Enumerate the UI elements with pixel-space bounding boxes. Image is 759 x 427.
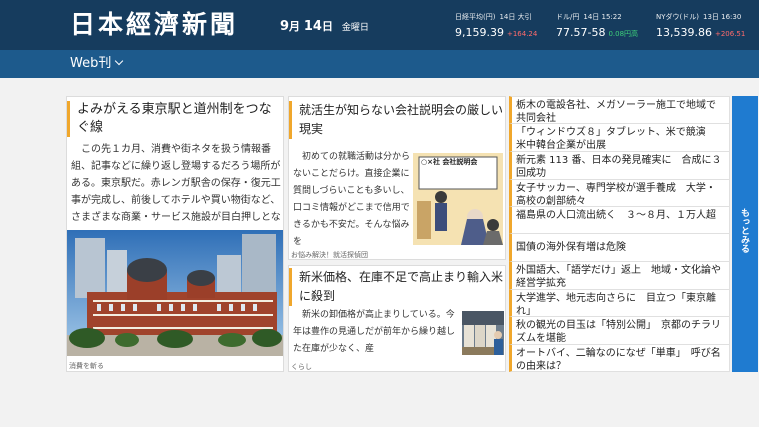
ticker-time: 13日 16:30 (702, 13, 742, 21)
rice-warehouse-photo (462, 311, 504, 355)
headline-item[interactable]: 秋の観光の目玉は「特別公開」 京都のチラリズムを堪能 (509, 316, 730, 345)
date-day-unit: 日 (321, 20, 333, 33)
article-category: お悩み解決！就活探偵団 (291, 251, 368, 259)
article-category: くらし (291, 363, 312, 371)
more-button-label: もっとみる (739, 208, 749, 253)
more-button[interactable]: もっとみる (732, 96, 758, 372)
ticker-change: +164.24 (506, 30, 538, 38)
briefing-sign-text: ○×社 会社説明会 (421, 158, 478, 166)
article-card-rice[interactable]: 新米価格、在庫不足で高止まり輸入米に殺到 新米の卸価格が高止まりしている。今年は… (288, 265, 506, 372)
article-card-tokyo-station[interactable]: よみがえる東京駅と道州制をつなぐ線 この先１カ月、消費や街ネタを扱う情報番組、記… (66, 96, 284, 372)
headline-item[interactable]: 福島県の人口流出続く ３～８月、１万人超 (509, 206, 730, 234)
web-edition-menu[interactable]: Web刊 (70, 55, 124, 73)
nikkei-logo[interactable]: 日本經濟新聞 (70, 10, 238, 40)
ticker-time: 14日 15:22 (583, 13, 622, 21)
headline-item[interactable]: 国債の海外保有増は危険 (509, 233, 730, 262)
ticker-nikkei[interactable]: 日経平均(円) 14日 大引 9,159.39 +164.24 (455, 12, 550, 42)
nav-bar: Web刊 (0, 50, 759, 78)
date-month: 9 (280, 19, 290, 34)
ticker-label: ドル/円 (556, 13, 580, 21)
ticker-value: 13,539.86 (656, 26, 712, 39)
article-summary: 初めての就職活動は分からないことだらけ。直接企業に質問しづらいことも多いし、口コ… (293, 152, 411, 247)
ticker-label: NYダウ(ドル) (656, 13, 699, 21)
date-month-unit: 月 (289, 20, 301, 33)
date-day: 14 (303, 19, 322, 34)
headline-item[interactable]: 「ウィンドウズ８」タブレット、米で競演 米中韓台企業が出展 (509, 123, 730, 152)
masthead: 日本經濟新聞 9月 14日 金曜日 日経平均(円) 14日 大引 9,159.39… (0, 0, 759, 50)
ticker-change: +206.51 (714, 30, 746, 38)
issue-date: 9月 14日 金曜日 (280, 19, 369, 36)
article-card-job-hunting[interactable]: 就活生が知らない会社説明会の厳しい現実 初めての就職活動は分からないことだらけ。… (288, 96, 506, 260)
article-summary: この先１カ月、消費や街ネタを扱う情報番組、記事などに繰り返し登場するだろう場所が… (71, 144, 281, 223)
web-edition-label: Web刊 (70, 56, 112, 71)
ticker-change: 0.08円高 (608, 30, 639, 38)
article-title: 就活生が知らない会社説明会の厳しい現実 (289, 101, 505, 139)
ticker-value: 77.57-58 (556, 26, 606, 39)
ticker-usdjpy[interactable]: ドル/円 14日 15:22 77.57-58 0.08円高 (556, 12, 651, 42)
chevron-down-icon (115, 56, 124, 66)
headline-item[interactable]: 外国語大、「語学だけ」返上 地域・文化論や経営学拡充 (509, 261, 730, 290)
headline-item[interactable]: 栃木の電設各社、メガソーラー施工で地域で共同会社 (509, 96, 730, 125)
ticker-time: 14日 大引 (499, 13, 532, 21)
ticker-nydow[interactable]: NYダウ(ドル) 13日 16:30 13,539.86 +206.51 (656, 12, 751, 42)
article-category: 消費を斬る (69, 362, 104, 370)
headline-item[interactable]: 女子サッカー、専門学校が選手養成 大学・高校の創部続々 (509, 179, 730, 207)
tokyo-station-photo (67, 230, 283, 356)
ticker-label: 日経平均(円) (455, 13, 496, 21)
date-weekday: 金曜日 (341, 23, 369, 33)
ticker-value: 9,159.39 (455, 26, 504, 39)
article-summary: 新米の卸価格が高止まりしている。今年は豊作の見通しだが前年から繰り越した在庫が少… (293, 310, 456, 354)
headline-item[interactable]: 新元素 113 番、日本の発見確実に 合成に３回成功 (509, 151, 730, 180)
article-title: よみがえる東京駅と道州制をつなぐ線 (67, 101, 283, 137)
headline-item[interactable]: オートバイ、二輪なのになぜ「単車」 呼び名の由来は？ (509, 344, 730, 372)
article-title: 新米価格、在庫不足で高止まり輸入米に殺到 (289, 268, 505, 306)
headline-item[interactable]: 大学進学、地元志向さらに 目立つ「東京離れ」 (509, 289, 730, 317)
